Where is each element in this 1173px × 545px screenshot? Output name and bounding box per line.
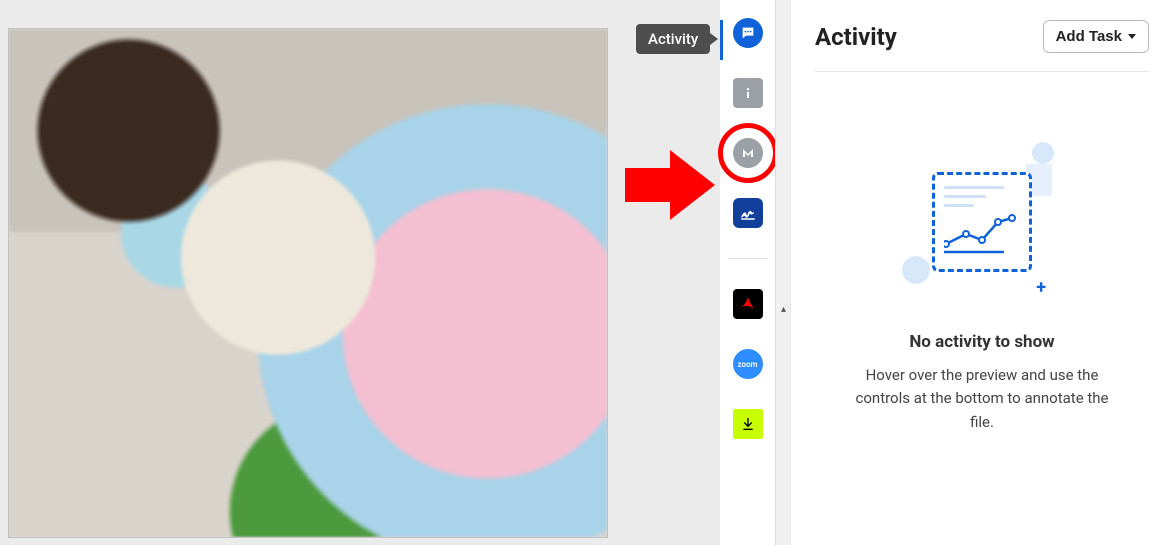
zoom-app-button[interactable]: zoom [733, 349, 763, 379]
empty-state-body: Hover over the preview and use the contr… [842, 364, 1122, 434]
scroll-up-arrow-icon[interactable]: ▴ [776, 300, 791, 318]
speech-bubble-icon [740, 25, 756, 41]
sign-tab-button[interactable] [733, 198, 763, 228]
zoom-app-icon: zoom [738, 360, 758, 369]
activity-panel-header: Activity Add Task [815, 20, 1149, 72]
metadata-tab-button[interactable] [733, 138, 763, 168]
info-document-icon [741, 84, 755, 102]
activity-empty-state: + No activity to show Hover over the pre… [815, 72, 1149, 545]
plus-icon: + [1036, 277, 1046, 298]
sidebar-rail-wrap: zoom ▴ [720, 0, 790, 545]
details-tab-button[interactable] [733, 78, 763, 108]
activity-panel-title: Activity [815, 23, 897, 51]
sidebar-rail: zoom [720, 0, 775, 545]
caret-down-icon [1128, 34, 1136, 39]
rail-separator [728, 258, 768, 259]
activity-tooltip-label: Activity [648, 30, 698, 48]
app-root: Activity [0, 0, 1173, 545]
activity-tab-button[interactable] [733, 18, 763, 48]
preview-image[interactable] [8, 28, 608, 538]
acrobat-app-button[interactable] [733, 289, 763, 319]
scroll-track[interactable] [776, 318, 790, 545]
empty-state-heading: No activity to show [909, 332, 1054, 352]
activity-tooltip: Activity [636, 24, 710, 54]
download-app-button[interactable] [733, 409, 763, 439]
annotation-arrow-icon [625, 150, 715, 220]
empty-state-illustration: + [902, 142, 1062, 292]
m-badge-icon [741, 146, 755, 160]
add-task-button[interactable]: Add Task [1043, 20, 1149, 53]
add-task-label: Add Task [1056, 28, 1122, 45]
download-arrow-icon [740, 416, 756, 432]
activity-panel: Activity Add Task [790, 0, 1173, 545]
preview-pane: Activity [0, 0, 720, 545]
adobe-acrobat-icon [739, 295, 757, 313]
signature-icon [739, 204, 757, 222]
rail-scrollbar[interactable]: ▴ [775, 0, 790, 545]
